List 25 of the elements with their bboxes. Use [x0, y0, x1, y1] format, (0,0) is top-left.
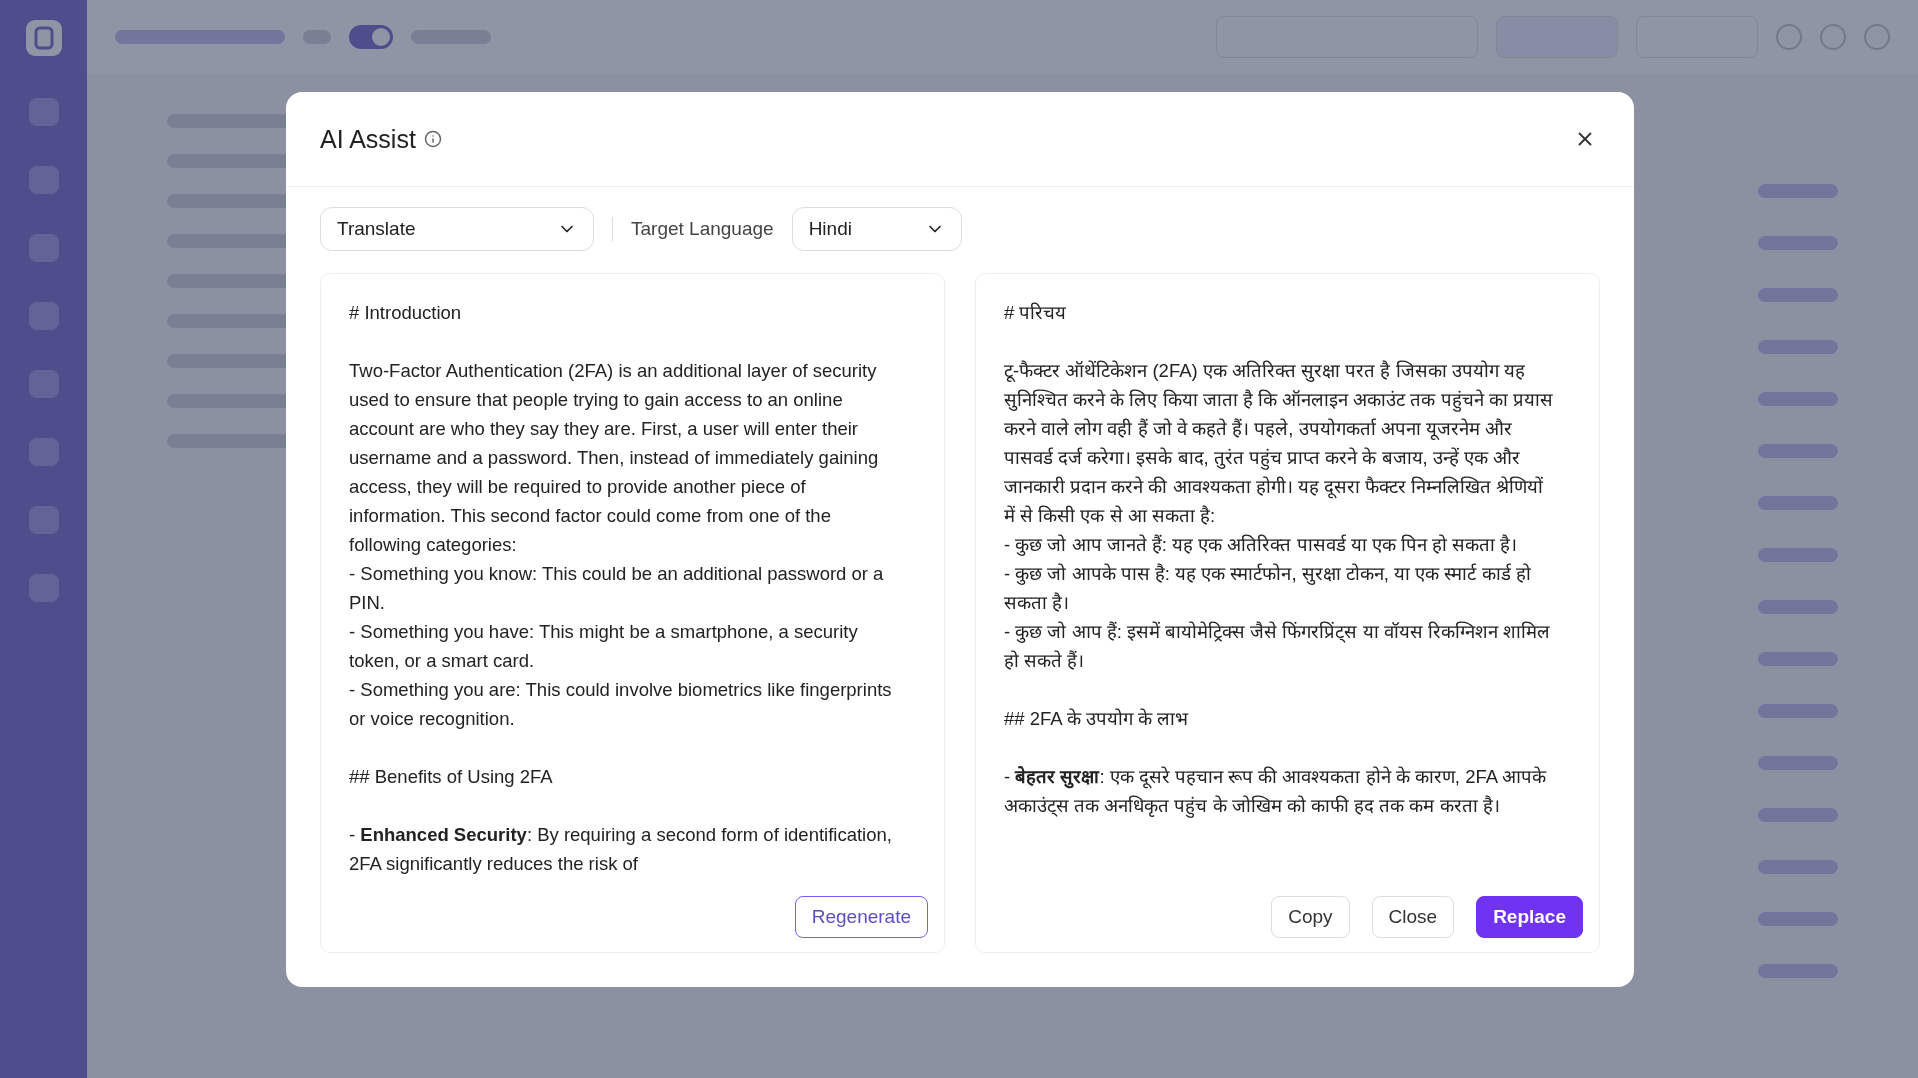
markdown-paragraph: Two-Factor Authentication (2FA) is an additional layer of security used to ensure that people trying to gain access to an online account are who they say they are. First, a user will enter their username and a password. Then, instead of immediately gaining access, they will be required to provide another piece of information. This second factor could come from one of the following categories:	[349, 359, 880, 557]
markdown-heading: # परिचय	[1004, 301, 1068, 325]
info-icon	[423, 130, 442, 148]
markdown-heading: # Introduction	[349, 301, 463, 325]
markdown-paragraph: - Something you have: This might be a smartphone, a security token, or a smart card.	[349, 620, 859, 673]
markdown-paragraph: - कुछ जो आप हैं: इसमें बायोमेट्रिक्स जैसे फिंगरप्रिंट्स या वॉयस रिकग्निशन शामिल हो सकते हैं।	[1004, 620, 1551, 673]
markdown-paragraph: - बेहतर सुरक्षा: एक दूसरे पहचान रूप की आवश्यकता होने के कारण, 2FA आपके अकाउंट्स तक अनधिकृत पहुंच के जोखिम को काफी हद तक कम करता है।	[1004, 765, 1548, 820]
markdown-paragraph: - Something you know: This could be an additional password or a PIN.	[349, 562, 885, 615]
field-label: Target Language	[631, 218, 774, 240]
markdown-heading: ## Benefits of Using 2FA	[349, 765, 554, 789]
logo-icon	[23, 18, 64, 58]
markdown-paragraph: टू-फैक्टर ऑथेंटिकेशन (2FA) एक अतिरिक्त सुरक्षा परत है जिसका उपयोग यह सुनिश्चित करने के लिए किया जाता है कि ऑनलाइन अकाउंट तक पहुंचने का प्रयास करने वाले लोग वही हैं जो वे कहते हैं। पहले, उपयोगकर्ता अपना यूजरनेम और पासवर्ड दर्ज करेगा। इसके बाद, तुरंत पहुंच प्राप्त करने के बजाय, उन्हें एक और जानकारी प्रदान करने की आवश्यकता होगी। यह दूसरा फैक्टर निम्नलिखित श्रेणियों में से किसी एक से आ सकता है:	[1004, 359, 1554, 528]
action-button[interactable]: Regenerate	[794, 896, 928, 938]
markdown-paragraph: - Something you are: This could involve biometrics like fingerprints or voice recognition.	[349, 678, 893, 731]
action-button[interactable]: Copy	[1271, 896, 1350, 938]
markdown-paragraph: - कुछ जो आप जानते हैं: यह एक अतिरिक्त पासवर्ड या एक पिन हो सकता है।	[1004, 533, 1519, 558]
markdown-paragraph: - Enhanced Security: By requiring a second form of identification, 2FA significantly reduces the risk of	[349, 823, 893, 876]
action-button[interactable]: Close	[1371, 896, 1455, 938]
action-button[interactable]: Replace	[1476, 896, 1583, 938]
markdown-paragraph: - कुछ जो आपके पास है: यह एक स्मार्टफोन, सुरक्षा टोकन, या एक स्मार्ट कार्ड हो सकता है।	[1004, 562, 1532, 615]
markdown-heading: ## 2FA के उपयोग के लाभ	[1004, 707, 1190, 731]
auto-save-toggle[interactable]	[349, 25, 393, 49]
dialog-title: AI Assist	[320, 124, 416, 154]
language-select[interactable]: Hindi	[791, 207, 962, 251]
action-select[interactable]: Translate	[320, 207, 594, 251]
